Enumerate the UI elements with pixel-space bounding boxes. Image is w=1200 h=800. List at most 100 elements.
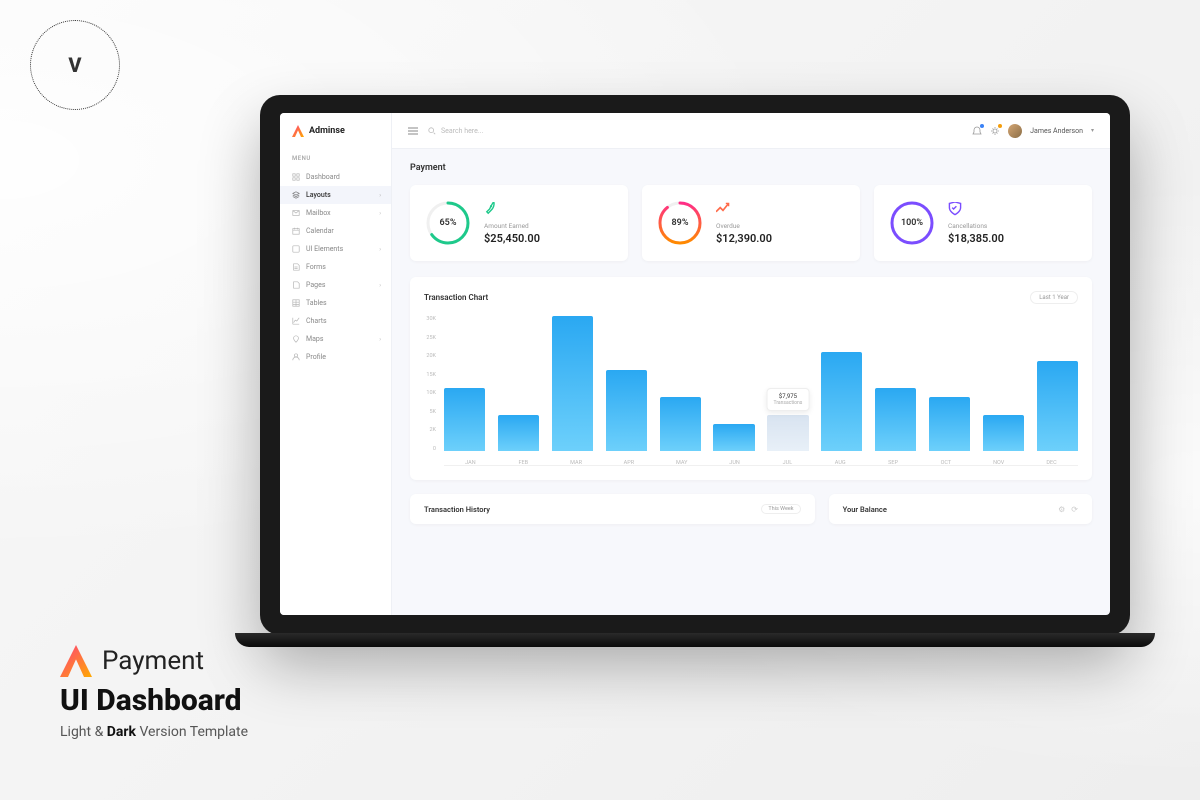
chart-bar[interactable] xyxy=(929,397,970,451)
stat-cards-row: 65% Amount Earned $25,450.00 89% Overdue $12,… xyxy=(410,185,1092,261)
page-title: Payment xyxy=(410,163,1092,173)
grid-icon xyxy=(292,173,300,181)
settings-button[interactable] xyxy=(990,126,1000,136)
stat-amount: $18,385.00 xyxy=(948,232,1078,245)
trend-icon xyxy=(716,202,730,216)
sidebar-item-label: Tables xyxy=(306,299,327,307)
chart-bar[interactable] xyxy=(606,370,647,451)
sidebar-item-pages[interactable]: Pages› xyxy=(280,276,391,294)
sidebar-item-maps[interactable]: Maps › xyxy=(280,330,391,348)
form-icon xyxy=(292,263,300,271)
chart-bar[interactable] xyxy=(875,388,916,451)
stat-label: Overdue xyxy=(716,222,846,230)
search-icon xyxy=(428,127,436,135)
table-icon xyxy=(292,299,300,307)
avatar[interactable] xyxy=(1008,124,1022,138)
chevron-right-icon: › xyxy=(379,192,381,199)
chart-bar[interactable]: $7,975Transactions xyxy=(767,415,808,451)
chart-bar[interactable] xyxy=(444,388,485,451)
sidebar-item-label: Calendar xyxy=(306,227,334,235)
sidebar-item-label: Maps xyxy=(306,335,323,343)
chart-bar[interactable] xyxy=(713,424,754,451)
sidebar-item-profile[interactable]: Profile xyxy=(280,348,391,366)
sidebar-item-label: Charts xyxy=(306,317,327,325)
shield-icon xyxy=(948,202,962,216)
chart-tooltip: $7,975Transactions xyxy=(767,388,810,411)
sidebar-item-label: Forms xyxy=(306,263,326,271)
content: Payment 65% Amount Earned $25,450.00 89% Ove… xyxy=(392,149,1110,538)
brand-name: Adminse xyxy=(309,126,345,136)
gear-icon[interactable]: ⚙ xyxy=(1058,505,1065,514)
search-placeholder: Search here... xyxy=(441,127,483,135)
chart-area: 30K25K20K15K10K5K2K0 $7,975Transactions … xyxy=(424,316,1078,466)
vendor-badge: V xyxy=(30,20,120,110)
menu-section-label: MENU xyxy=(280,149,391,168)
chevron-right-icon: › xyxy=(379,336,381,343)
balance-title: Your Balance xyxy=(843,505,887,514)
transaction-chart-card: Transaction Chart Last 1 Year 30K25K20K1… xyxy=(410,277,1092,480)
stat-card-overdue: 89% Overdue $12,390.00 xyxy=(642,185,860,261)
history-filter[interactable]: This Week xyxy=(761,504,800,514)
chart-bar[interactable] xyxy=(983,415,1024,451)
chart-bar[interactable] xyxy=(1037,361,1078,451)
logo-icon xyxy=(60,645,92,677)
sidebar-item-tables[interactable]: Tables xyxy=(280,294,391,312)
settings-dot xyxy=(998,124,1002,128)
main-area: Search here... James Anderson ▾ Payment … xyxy=(392,113,1110,615)
map-icon xyxy=(292,335,300,343)
sidebar-item-forms[interactable]: Forms xyxy=(280,258,391,276)
sidebar-item-charts[interactable]: Charts xyxy=(280,312,391,330)
sidebar-item-label: Profile xyxy=(306,353,326,361)
promo-line1: Payment xyxy=(102,646,204,676)
sidebar-item-label: Dashboard xyxy=(306,173,340,181)
user-name[interactable]: James Anderson xyxy=(1030,127,1083,135)
chart-filter[interactable]: Last 1 Year xyxy=(1030,291,1078,304)
percentage-value: 89% xyxy=(656,199,704,247)
sidebar-item-label: Layouts xyxy=(306,191,331,199)
percentage-value: 65% xyxy=(424,199,472,247)
cal-icon xyxy=(292,227,300,235)
sidebar-item-ui-elements[interactable]: UI Elements › xyxy=(280,240,391,258)
chart-bar[interactable] xyxy=(660,397,701,451)
refresh-icon[interactable]: ⟳ xyxy=(1071,505,1078,514)
stat-card-cancellations: 100% Cancellations $18,385.00 xyxy=(874,185,1092,261)
search-input[interactable]: Search here... xyxy=(428,127,962,135)
app-screen: Adminse MENU DashboardLayouts›Mailbox›Ca… xyxy=(280,113,1110,615)
sidebar-item-mailbox[interactable]: Mailbox› xyxy=(280,204,391,222)
topbar: Search here... James Anderson ▾ xyxy=(392,113,1110,149)
menu-toggle-icon[interactable] xyxy=(408,127,418,135)
sidebar-item-dashboard[interactable]: Dashboard xyxy=(280,168,391,186)
promo-text: Payment UI Dashboard Light & Dark Versio… xyxy=(60,645,248,740)
sidebar-item-layouts[interactable]: Layouts › xyxy=(280,186,391,204)
chevron-down-icon[interactable]: ▾ xyxy=(1091,127,1094,134)
balance-card: Your Balance ⚙ ⟳ xyxy=(829,494,1092,524)
stat-amount: $12,390.00 xyxy=(716,232,846,245)
brand[interactable]: Adminse xyxy=(280,125,391,149)
chart-bar[interactable] xyxy=(498,415,539,451)
sidebar-item-label: Pages xyxy=(306,281,325,289)
notifications-button[interactable] xyxy=(972,126,982,136)
stat-label: Cancellations xyxy=(948,222,1078,230)
laptop-frame: Adminse MENU DashboardLayouts›Mailbox›Ca… xyxy=(260,95,1130,635)
chart-bar[interactable] xyxy=(821,352,862,451)
promo-line2: UI Dashboard xyxy=(60,683,248,718)
stat-label: Amount Earned xyxy=(484,222,614,230)
page-icon xyxy=(292,281,300,289)
progress-ring: 100% xyxy=(888,199,936,247)
promo-line3: Light & Dark Version Template xyxy=(60,724,248,740)
chart-bar[interactable] xyxy=(552,316,593,451)
progress-ring: 65% xyxy=(424,199,472,247)
sidebar-item-calendar[interactable]: Calendar xyxy=(280,222,391,240)
chevron-right-icon: › xyxy=(379,246,381,253)
stat-card-amount-earned: 65% Amount Earned $25,450.00 xyxy=(410,185,628,261)
stat-amount: $25,450.00 xyxy=(484,232,614,245)
progress-ring: 89% xyxy=(656,199,704,247)
transaction-history-card: Transaction History This Week xyxy=(410,494,815,524)
chart-title: Transaction Chart xyxy=(424,293,488,302)
chart-x-axis: JANFEBMARAPRMAYJUNJULAUGSEPOCTNOVDEC xyxy=(444,460,1078,466)
sidebar-item-label: Mailbox xyxy=(306,209,331,217)
brand-logo-icon xyxy=(292,125,304,137)
layers-icon xyxy=(292,191,300,199)
sidebar-item-label: UI Elements xyxy=(306,245,343,253)
mail-icon xyxy=(292,209,300,217)
